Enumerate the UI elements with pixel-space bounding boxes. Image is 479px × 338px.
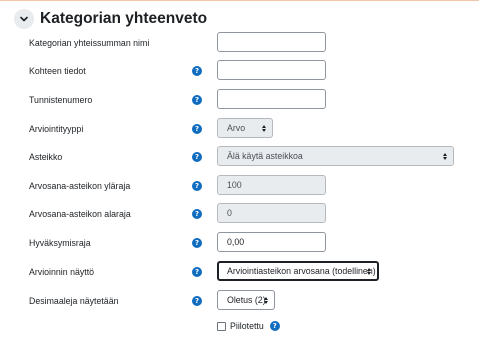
help-icon[interactable]: ? — [192, 296, 202, 306]
help-icon[interactable]: ? — [269, 321, 280, 331]
top-divider — [0, 0, 479, 1]
idnumber-label: Tunnistenumero — [29, 95, 93, 105]
chevron-down-icon[interactable] — [14, 9, 34, 29]
help-icon[interactable]: ? — [192, 66, 202, 76]
name-input[interactable] — [217, 32, 326, 52]
form-row-grademin: Arvosana-asteikon alaraja ? 0 — [0, 203, 479, 225]
idnumber-input[interactable] — [217, 89, 326, 109]
help-icon[interactable]: ? — [192, 152, 202, 162]
grademin-label: Arvosana-asteikon alaraja — [29, 209, 131, 219]
gradetype-select[interactable]: Arvo — [217, 118, 273, 138]
display-select[interactable]: Arviointiasteikon arvosana (todellinen) — [217, 261, 379, 281]
form-row-decimals: Desimaaleja näytetään ? Oletus (2) — [0, 290, 479, 312]
select-caret-icon — [264, 291, 268, 309]
info-label: Kohteen tiedot — [29, 66, 86, 76]
form-row-grademax: Arvosana-asteikon yläraja ? 100 — [0, 175, 479, 197]
grademax-label: Arvosana-asteikon yläraja — [29, 181, 131, 191]
form-row-scale: Asteikko ? Älä käytä asteikkoa — [0, 146, 479, 168]
hidden-checkbox[interactable] — [217, 321, 226, 331]
form-row-display: Arvioinnin näyttö ? Arviointiasteikon ar… — [0, 261, 479, 283]
form-row-idnumber: Tunnistenumero ? — [0, 89, 479, 111]
display-value: Arviointiasteikon arvosana (todellinen) — [227, 266, 376, 276]
form-row-name: Kategorian yhteissumman nimi — [0, 32, 479, 54]
hidden-label[interactable]: Piilotettu — [230, 321, 264, 331]
gradetype-label: Arviointityyppi — [29, 124, 84, 134]
name-label: Kategorian yhteissumman nimi — [29, 38, 150, 48]
help-icon[interactable]: ? — [192, 209, 202, 219]
help-icon[interactable]: ? — [192, 95, 202, 105]
select-caret-icon — [367, 263, 371, 279]
help-icon[interactable]: ? — [192, 124, 202, 134]
section-title: Kategorian yhteenveto — [40, 10, 208, 27]
grademin-input[interactable]: 0 — [217, 203, 326, 223]
decimals-label: Desimaaleja näytetään — [29, 296, 119, 306]
form-row-gradepass: Hyväksymisraja ? 0,00 — [0, 232, 479, 254]
help-icon[interactable]: ? — [192, 267, 202, 277]
scale-label: Asteikko — [29, 152, 63, 162]
select-caret-icon — [262, 119, 266, 137]
form-row-info: Kohteen tiedot ? — [0, 60, 479, 82]
gradepass-label: Hyväksymisraja — [29, 238, 91, 248]
scale-select[interactable]: Älä käytä asteikkoa — [217, 146, 454, 166]
hidden-row: Piilotettu ? — [217, 318, 280, 334]
decimals-select[interactable]: Oletus (2) — [217, 290, 275, 310]
decimals-value: Oletus (2) — [227, 295, 266, 305]
grademax-input[interactable]: 100 — [217, 175, 326, 195]
section-header[interactable]: Kategorian yhteenveto — [14, 7, 207, 31]
help-icon[interactable]: ? — [192, 238, 202, 248]
info-input[interactable] — [217, 60, 326, 80]
help-icon[interactable]: ? — [192, 181, 202, 191]
select-caret-icon — [443, 147, 447, 165]
display-label: Arvioinnin näyttö — [29, 267, 95, 277]
gradepass-input[interactable]: 0,00 — [217, 232, 326, 252]
gradetype-value: Arvo — [227, 123, 246, 133]
scale-value: Älä käytä asteikkoa — [227, 151, 303, 161]
form-row-gradetype: Arviointityyppi ? Arvo — [0, 118, 479, 140]
